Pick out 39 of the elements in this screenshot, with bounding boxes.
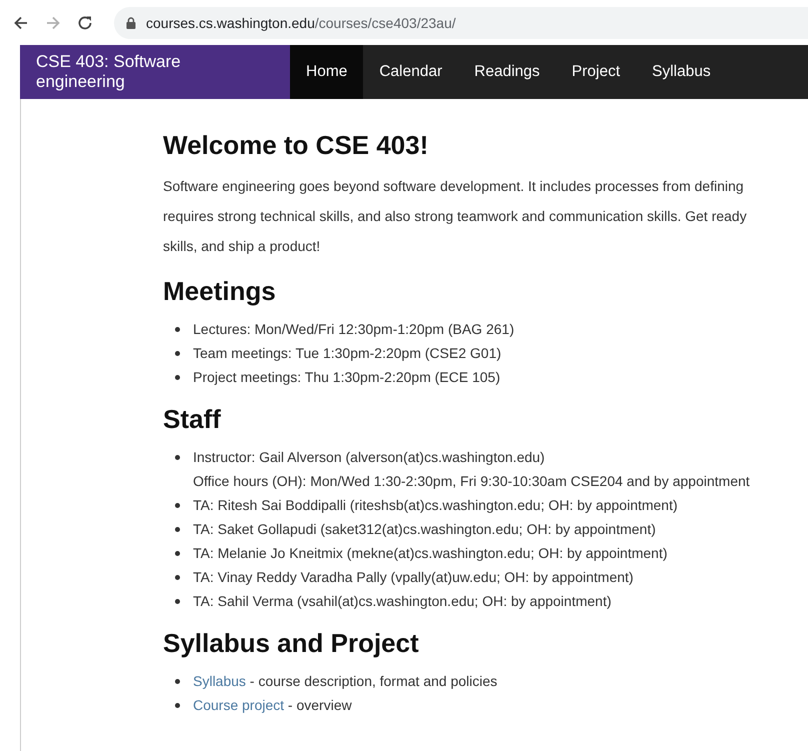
link-description: - overview [286, 697, 352, 713]
list-item-text: Lectures: Mon/Wed/Fri 12:30pm-1:20pm (BAG 261) [193, 320, 516, 339]
bullet-icon [175, 599, 180, 604]
bullet-icon [175, 455, 180, 460]
bullet-icon [175, 527, 180, 532]
bullet-icon [175, 375, 180, 380]
section-heading: Syllabus and Project [163, 627, 420, 660]
list-item-text: Team meetings: Tue 1:30pm-2:20pm (CSE2 G01) [193, 344, 502, 363]
list-item-text: TA: Vinay Reddy Varadha Pally (vpally(at)uw.edu; OH: by appointment) [193, 568, 634, 587]
nav-tab[interactable]: Home [290, 45, 364, 99]
nav-tab[interactable]: Readings [458, 45, 556, 99]
reload-icon[interactable] [76, 14, 94, 32]
address-bar[interactable]: courses.cs.washington.edu/courses/cse403/23au/ [114, 6, 808, 38]
section-heading: Staff [163, 403, 222, 436]
section-heading: Meetings [163, 275, 277, 308]
list-item-text: TA: Sahil Verma (vsahil(at)cs.washington.edu; OH: by appointment) [193, 592, 612, 611]
list-item-text: Instructor: Gail Alverson (alverson(at)cs.washington.edu) [193, 448, 546, 467]
bullet-icon [175, 679, 180, 684]
office-hours-text: Office hours (OH): Mon/Wed 1:30-2:30pm, Fri 9:30-10:30am CSE204 and by appointment [193, 472, 751, 491]
list-item-text: TA: Ritesh Sai Boddipalli (riteshsb(at)cs.washington.edu; OH: by appointment) [193, 496, 679, 515]
link[interactable]: Course project [193, 697, 284, 713]
bullet-icon [175, 551, 180, 556]
bullet-icon [175, 503, 180, 508]
site-title[interactable]: CSE 403: Software engineering [20, 45, 290, 99]
nav-tab[interactable]: Calendar [363, 45, 458, 99]
bullet-icon [175, 351, 180, 356]
lock-icon [126, 16, 136, 28]
nav-tab[interactable]: Syllabus [636, 45, 727, 99]
link-description: - course description, format and policies [248, 673, 498, 689]
intro-paragraph: Software engineering goes beyond software development. It includes processes from defining requires strong technical skills, and also strong teamwork and communication skills. Get ready skills, and ship a product! [163, 177, 748, 256]
bullet-icon [175, 575, 180, 580]
list-item-text: Project meetings: Thu 1:30pm-2:20pm (ECE 105) [193, 368, 502, 387]
page-title: Welcome to CSE 403! [163, 129, 430, 162]
bullet-icon [175, 703, 180, 708]
list-item-text: TA: Melanie Jo Kneitmix (mekne(at)cs.washington.edu; OH: by appointment) [193, 544, 668, 563]
list-item-text: TA: Saket Gollapudi (saket312(at)cs.washington.edu; OH: by appointment) [193, 520, 657, 539]
bullet-icon [175, 327, 180, 332]
link[interactable]: Syllabus [193, 673, 246, 689]
nav-tab[interactable]: Project [556, 45, 636, 99]
